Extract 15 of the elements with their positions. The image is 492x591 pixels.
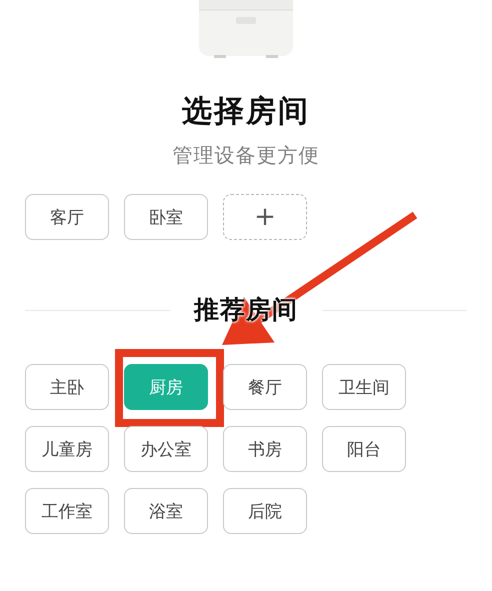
room-chip[interactable]: 儿童房	[25, 426, 109, 472]
room-chip[interactable]: 办公室	[124, 426, 208, 472]
page-title: 选择房间	[181, 93, 311, 131]
room-chip[interactable]: 卧室	[124, 194, 208, 240]
room-chip[interactable]: 后院	[223, 488, 307, 534]
room-chip[interactable]: 客厅	[25, 194, 109, 240]
room-chip[interactable]: 阳台	[322, 426, 406, 472]
room-chip[interactable]: 卫生间	[322, 364, 406, 410]
add-room-button[interactable]: +	[223, 194, 307, 240]
room-chip[interactable]: 书房	[223, 426, 307, 472]
room-chip[interactable]: 浴室	[124, 488, 208, 534]
room-chip[interactable]: 餐厅	[223, 364, 307, 410]
page-subtitle: 管理设备更方便	[172, 142, 320, 168]
room-chip[interactable]: 工作室	[25, 488, 109, 534]
room-chip[interactable]: 主卧	[25, 364, 109, 410]
